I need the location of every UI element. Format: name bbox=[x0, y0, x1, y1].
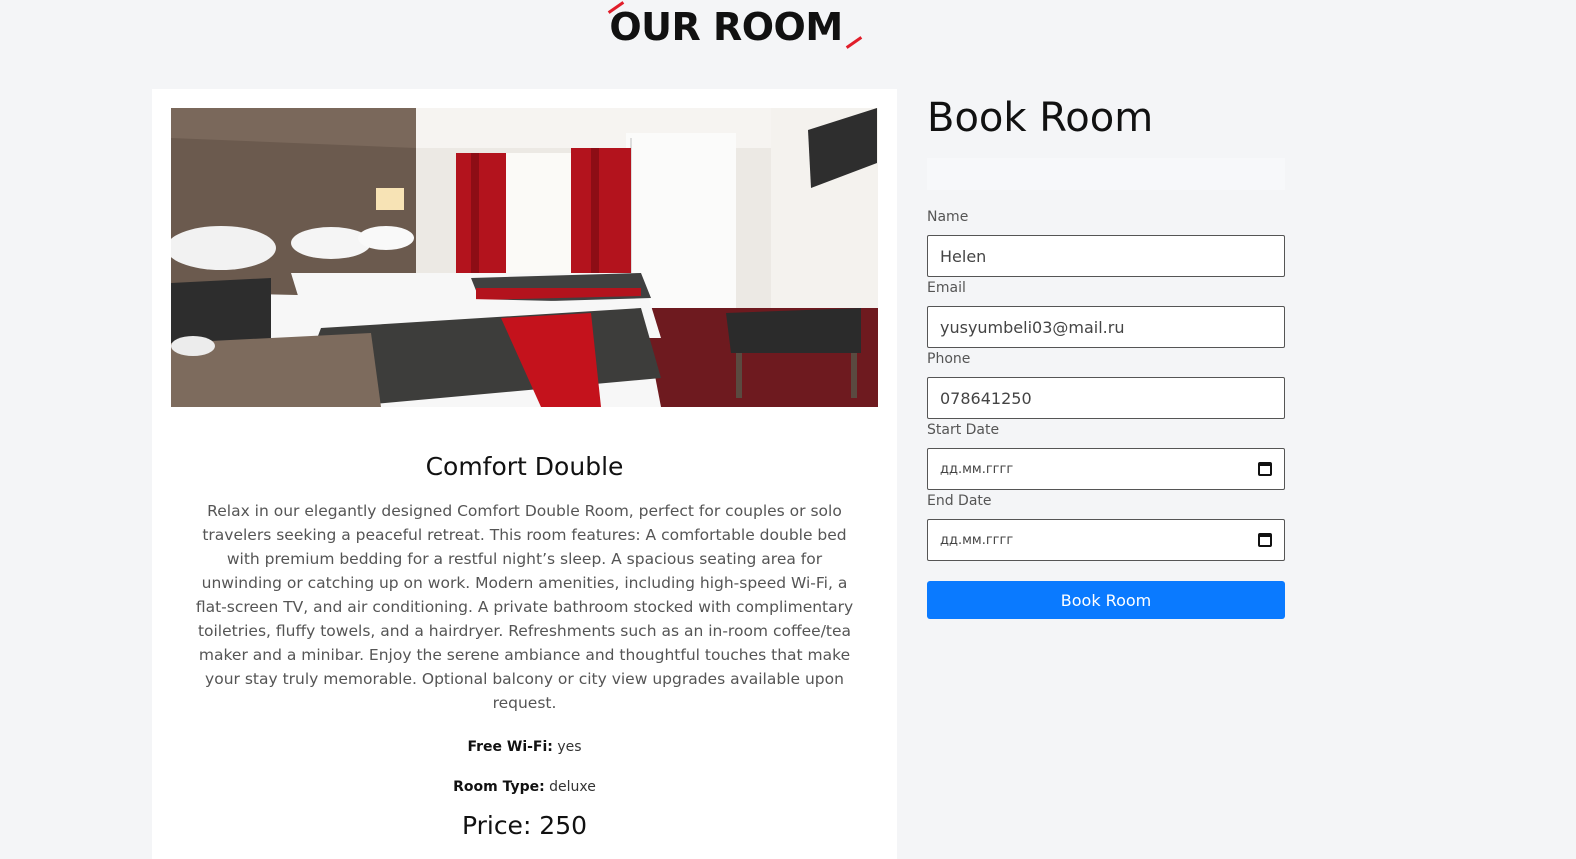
end-date-value: дд.мм.гггг bbox=[940, 532, 1014, 548]
email-input[interactable]: yusyumbeli03@mail.ru bbox=[927, 306, 1285, 348]
room-type-label: Room Type: bbox=[453, 779, 545, 795]
wifi-value: yes bbox=[557, 739, 582, 755]
name-label: Name bbox=[927, 209, 969, 225]
end-date-input[interactable]: дд.мм.гггг bbox=[927, 519, 1285, 561]
room-info: Comfort Double Relax in our elegantly de… bbox=[171, 449, 878, 840]
name-input[interactable]: Helen bbox=[927, 235, 1285, 277]
booking-form: Book Room Name Helen Email yusyumbeli03@… bbox=[927, 89, 1285, 619]
calendar-icon[interactable] bbox=[1258, 533, 1272, 547]
form-message-area bbox=[927, 158, 1285, 190]
wifi-label: Free Wi-Fi: bbox=[467, 739, 553, 755]
room-card: Comfort Double Relax in our elegantly de… bbox=[152, 89, 897, 859]
start-date-label: Start Date bbox=[927, 422, 1000, 438]
section-header: OUR ROOM bbox=[0, 0, 1452, 56]
book-room-button[interactable]: Book Room bbox=[927, 581, 1285, 619]
room-description: Relax in our elegantly designed Comfort … bbox=[195, 502, 854, 712]
start-date-value: дд.мм.гггг bbox=[940, 461, 1014, 477]
room-type-value: deluxe bbox=[549, 779, 596, 795]
heading-accent-right bbox=[845, 36, 862, 49]
room-photo bbox=[171, 108, 878, 407]
end-date-label: End Date bbox=[927, 493, 992, 509]
phone-input[interactable]: 078641250 bbox=[927, 377, 1285, 419]
section-title: OUR ROOM bbox=[609, 5, 843, 49]
room-type: Room Type: deluxe bbox=[171, 779, 878, 795]
email-label: Email bbox=[927, 280, 966, 296]
room-name: Comfort Double bbox=[425, 452, 624, 481]
booking-title: Book Room bbox=[927, 95, 1154, 141]
section-title-wrap: OUR ROOM bbox=[608, 1, 862, 50]
room-price: Price: 250 bbox=[461, 811, 588, 840]
calendar-icon[interactable] bbox=[1258, 462, 1272, 476]
phone-label: Phone bbox=[927, 351, 971, 367]
room-wifi: Free Wi-Fi: yes bbox=[171, 739, 878, 755]
start-date-input[interactable]: дд.мм.гггг bbox=[927, 448, 1285, 490]
